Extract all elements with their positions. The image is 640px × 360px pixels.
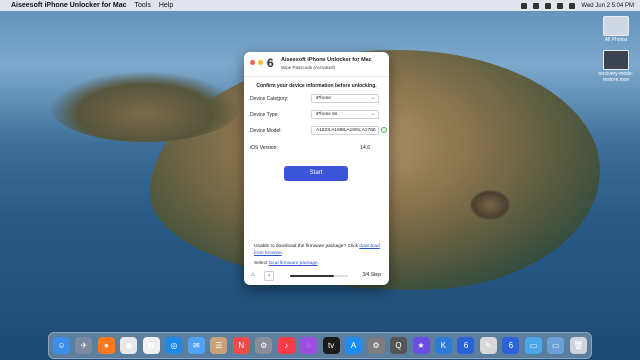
downloads-icon[interactable]: ▭ — [547, 337, 565, 354]
control-center-icon[interactable] — [569, 2, 576, 9]
contacts-icon[interactable]: ☰ — [210, 337, 228, 354]
minimize-button[interactable] — [258, 60, 263, 65]
help-icon[interactable]: ? — [381, 127, 387, 133]
safari-icon[interactable]: ◎ — [165, 337, 183, 354]
device-model-select[interactable]: A1633,A1688,A1691,A1700 ⌄ — [311, 126, 379, 135]
device-category-label: Device Category: — [250, 96, 289, 102]
keynote-icon[interactable]: K — [434, 337, 452, 354]
menu-app-name[interactable]: Aiseesoft iPhone Unlocker for Mac — [11, 2, 127, 9]
settings-app-icon[interactable]: ⚙ — [255, 337, 273, 354]
home-icon[interactable]: ⌂ — [251, 272, 258, 279]
menu-bar: Aiseesoft iPhone Unlocker for Mac Tools … — [0, 0, 640, 11]
unlocker-window: 6 Aiseesoft iPhone Unlocker for Mac Wipe… — [244, 52, 389, 285]
wifi-icon[interactable] — [545, 2, 552, 9]
desktop-icon-mov[interactable]: recovery-mode-restore.mov — [596, 50, 636, 83]
system-prefs-icon[interactable]: ⚙ — [367, 337, 385, 354]
start-button[interactable]: Start — [284, 166, 348, 181]
back-button[interactable]: ‹ — [264, 271, 274, 281]
status-icon[interactable] — [533, 2, 540, 9]
mail-icon[interactable]: ✉ — [187, 337, 205, 354]
trash-icon[interactable]: 🗑 — [569, 337, 587, 354]
textedit-icon[interactable]: ✎ — [479, 337, 497, 354]
desktop-icon-label: recovery-mode-restore.mov — [598, 71, 634, 83]
unlocker-icon[interactable]: 6 — [457, 337, 475, 354]
confirm-heading: Confirm your device information before u… — [256, 83, 377, 89]
desktop-wallpaper-headland — [50, 72, 240, 142]
device-category-value: iPhone — [316, 96, 331, 101]
music-icon[interactable]: ♪ — [277, 337, 295, 354]
device-type-select[interactable]: iPhone 6s ⌄ — [311, 110, 379, 119]
video-file-icon — [603, 50, 629, 70]
podcasts-icon[interactable]: ◌ — [300, 337, 318, 354]
menu-clock[interactable]: Wed Jun 2 5:04 PM — [581, 3, 634, 9]
search-icon[interactable] — [557, 2, 564, 9]
menu-status-area: Wed Jun 2 5:04 PM — [521, 2, 634, 9]
window-titlebar[interactable]: 6 Aiseesoft iPhone Unlocker for Mac Wipe… — [244, 52, 389, 77]
local-firmware-link[interactable]: local firmware package — [269, 261, 318, 266]
step-progress-bar — [290, 275, 348, 277]
tv-icon[interactable]: tv — [322, 337, 340, 354]
launchpad-icon[interactable]: ✈ — [75, 337, 93, 354]
step-indicator: 3/4 Step — [362, 272, 381, 278]
ios-version-row: iOS Version: 14.6 — [250, 143, 380, 153]
chevron-down-icon: ⌄ — [370, 127, 375, 133]
download-note-end: . — [281, 250, 284, 256]
select-note: Select local firmware package. — [254, 261, 382, 268]
device-model-row: Device Model: A1633,A1688,A1691,A1700 ⌄ … — [250, 126, 387, 136]
app-subtitle: Wipe Passcode (Activated) — [281, 65, 336, 70]
appstore-icon[interactable]: A — [345, 337, 363, 354]
device-category-select[interactable]: iPhone ⌄ — [311, 94, 379, 103]
device-category-row: Device Category: iPhone ⌄ — [250, 94, 380, 104]
quicktime-icon[interactable]: Q — [390, 337, 408, 354]
chevron-down-icon: ⌄ — [370, 111, 375, 117]
dock: ☺ ✈ ● ◉ ✿ ◎ ✉ ☰ N ⚙ ♪ ◌ tv A ⚙ Q ★ K 6 ✎ 6 ▭ ▭ 🗑 — [48, 332, 592, 359]
device-model-value: A1633,A1688,A1691,A1700 — [316, 128, 376, 133]
select-note-text: Select — [254, 261, 269, 266]
photos-icon[interactable]: ✿ — [142, 337, 160, 354]
imovie-icon[interactable]: ★ — [412, 337, 430, 354]
menu-help[interactable]: Help — [159, 2, 173, 9]
app-logo-icon: 6 — [267, 56, 274, 70]
desktop-icon-label: All Photos — [604, 37, 628, 43]
finder-icon[interactable]: ☺ — [53, 337, 70, 354]
select-note-end: . — [317, 261, 320, 266]
step-progress-fill — [290, 275, 334, 277]
device-model-label: Device Model: — [250, 128, 282, 134]
image-file-icon — [603, 16, 629, 36]
desktop-icon-photos[interactable]: All Photos — [596, 16, 636, 43]
menu-tools[interactable]: Tools — [135, 2, 151, 9]
app-title: Aiseesoft iPhone Unlocker for Mac — [281, 57, 372, 63]
close-button[interactable] — [250, 60, 255, 65]
chevron-down-icon: ⌄ — [370, 95, 375, 101]
ios-version-label: iOS Version: — [250, 145, 278, 151]
device-type-label: Device Type: — [250, 112, 279, 118]
folder-icon[interactable]: ▭ — [524, 337, 542, 354]
download-note: Unable to download the firmware package?… — [254, 244, 382, 257]
ios-version-value: 14.6 — [360, 145, 370, 151]
news-icon[interactable]: N — [232, 337, 250, 354]
status-icon[interactable] — [521, 2, 528, 9]
device-type-row: Device Type: iPhone 6s ⌄ — [250, 110, 380, 120]
download-note-text: Unable to download the firmware package?… — [254, 244, 360, 249]
chrome-icon[interactable]: ◉ — [120, 337, 138, 354]
device-type-value: iPhone 6s — [316, 112, 338, 117]
desktop-wallpaper-rock — [470, 190, 510, 220]
unlocker2-icon[interactable]: 6 — [502, 337, 520, 354]
firefox-icon[interactable]: ● — [97, 337, 115, 354]
wizard-footer: ⌂ ‹ 3/4 Step — [244, 271, 389, 283]
